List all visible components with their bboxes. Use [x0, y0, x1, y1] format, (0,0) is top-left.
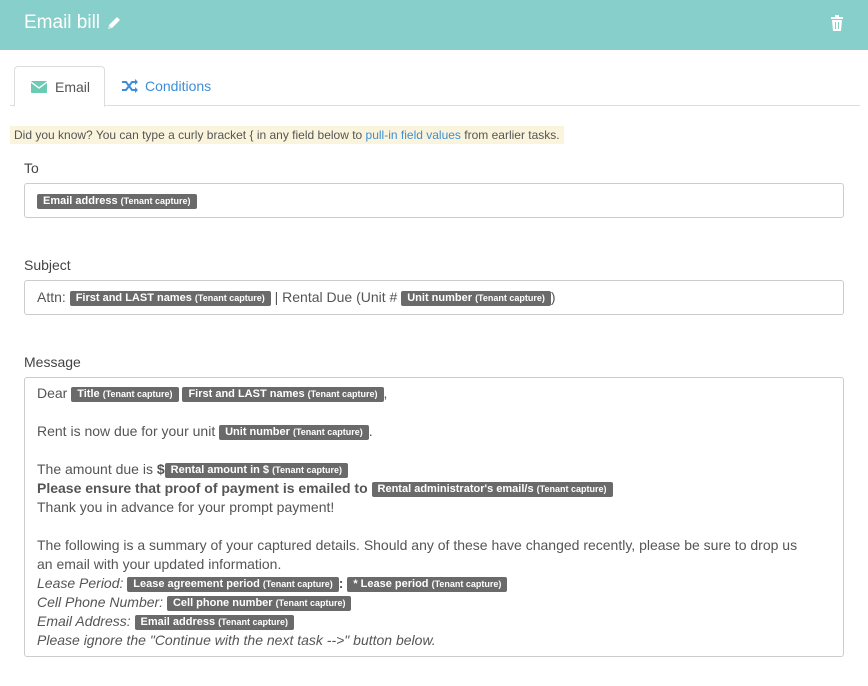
field-chip[interactable]: Unit number (Tenant capture) — [219, 425, 369, 440]
message-line: an email with your updated information. — [37, 556, 282, 572]
field-chip[interactable]: Rental amount in $ (Tenant capture) — [164, 463, 348, 478]
field-chip[interactable]: First and LAST names (Tenant capture) — [69, 291, 271, 306]
subject-label: Subject — [24, 257, 71, 273]
shuffle-icon — [122, 79, 138, 93]
message-line: Dear Title (Tenant capture) First and LA… — [37, 385, 388, 402]
message-line: Rent is now due for your unit Unit numbe… — [37, 423, 373, 440]
field-chip[interactable]: * Lease period (Tenant capture) — [347, 577, 508, 592]
field-chip[interactable]: Email address (Tenant capture) — [134, 615, 295, 630]
tab-conditions[interactable]: Conditions — [122, 66, 211, 106]
tip-text: Did you know? You can type a curly brack… — [14, 128, 366, 142]
message-line: Thank you in advance for your prompt pay… — [37, 499, 335, 515]
envelope-icon — [31, 80, 47, 93]
message-line: Email Address: Email address (Tenant cap… — [37, 612, 831, 631]
field-chip[interactable]: Lease agreement period (Tenant capture) — [127, 577, 339, 592]
field-chip[interactable]: Cell phone number (Tenant capture) — [166, 596, 352, 611]
to-field[interactable]: Email address (Tenant capture) — [24, 183, 844, 218]
message-line: The amount due is $ Rental amount in $ (T… — [37, 460, 831, 479]
tip-banner: Did you know? You can type a curly brack… — [10, 126, 564, 144]
message-line: The following is a summary of your captu… — [37, 537, 798, 553]
pencil-icon[interactable] — [106, 15, 122, 31]
field-chip[interactable]: Unit number (Tenant capture) — [401, 291, 551, 306]
to-label: To — [24, 160, 39, 176]
message-field[interactable]: Dear Title (Tenant capture) First and LA… — [24, 377, 844, 657]
tab-email-label: Email — [55, 78, 91, 95]
field-chip[interactable]: First and LAST names (Tenant capture) — [182, 387, 384, 402]
message-line: Lease Period: Lease agreement period (Te… — [37, 574, 831, 593]
pull-in-field-values-link[interactable]: pull-in field values — [366, 128, 461, 142]
page-title: Email bill — [24, 12, 101, 33]
trash-icon[interactable] — [830, 15, 844, 31]
message-line: Please ignore the "Continue with the nex… — [37, 632, 436, 648]
tab-bar: Email Conditions — [10, 66, 860, 107]
tab-email[interactable]: Email — [14, 66, 105, 107]
message-line: Cell Phone Number: Cell phone number (Te… — [37, 593, 831, 612]
field-chip[interactable]: Email address (Tenant capture) — [37, 194, 197, 209]
message-line: Please ensure that proof of payment is e… — [37, 479, 831, 498]
tab-conditions-label: Conditions — [145, 78, 212, 94]
field-chip[interactable]: Rental administrator's email/s (Tenant c… — [371, 482, 613, 497]
field-chip[interactable]: Title (Tenant capture) — [71, 387, 179, 402]
page-header: Email bill — [0, 0, 868, 50]
tip-text-end: from earlier tasks. — [460, 128, 560, 142]
subject-field[interactable]: Attn: First and LAST names (Tenant captu… — [24, 280, 844, 315]
message-label: Message — [24, 354, 81, 370]
